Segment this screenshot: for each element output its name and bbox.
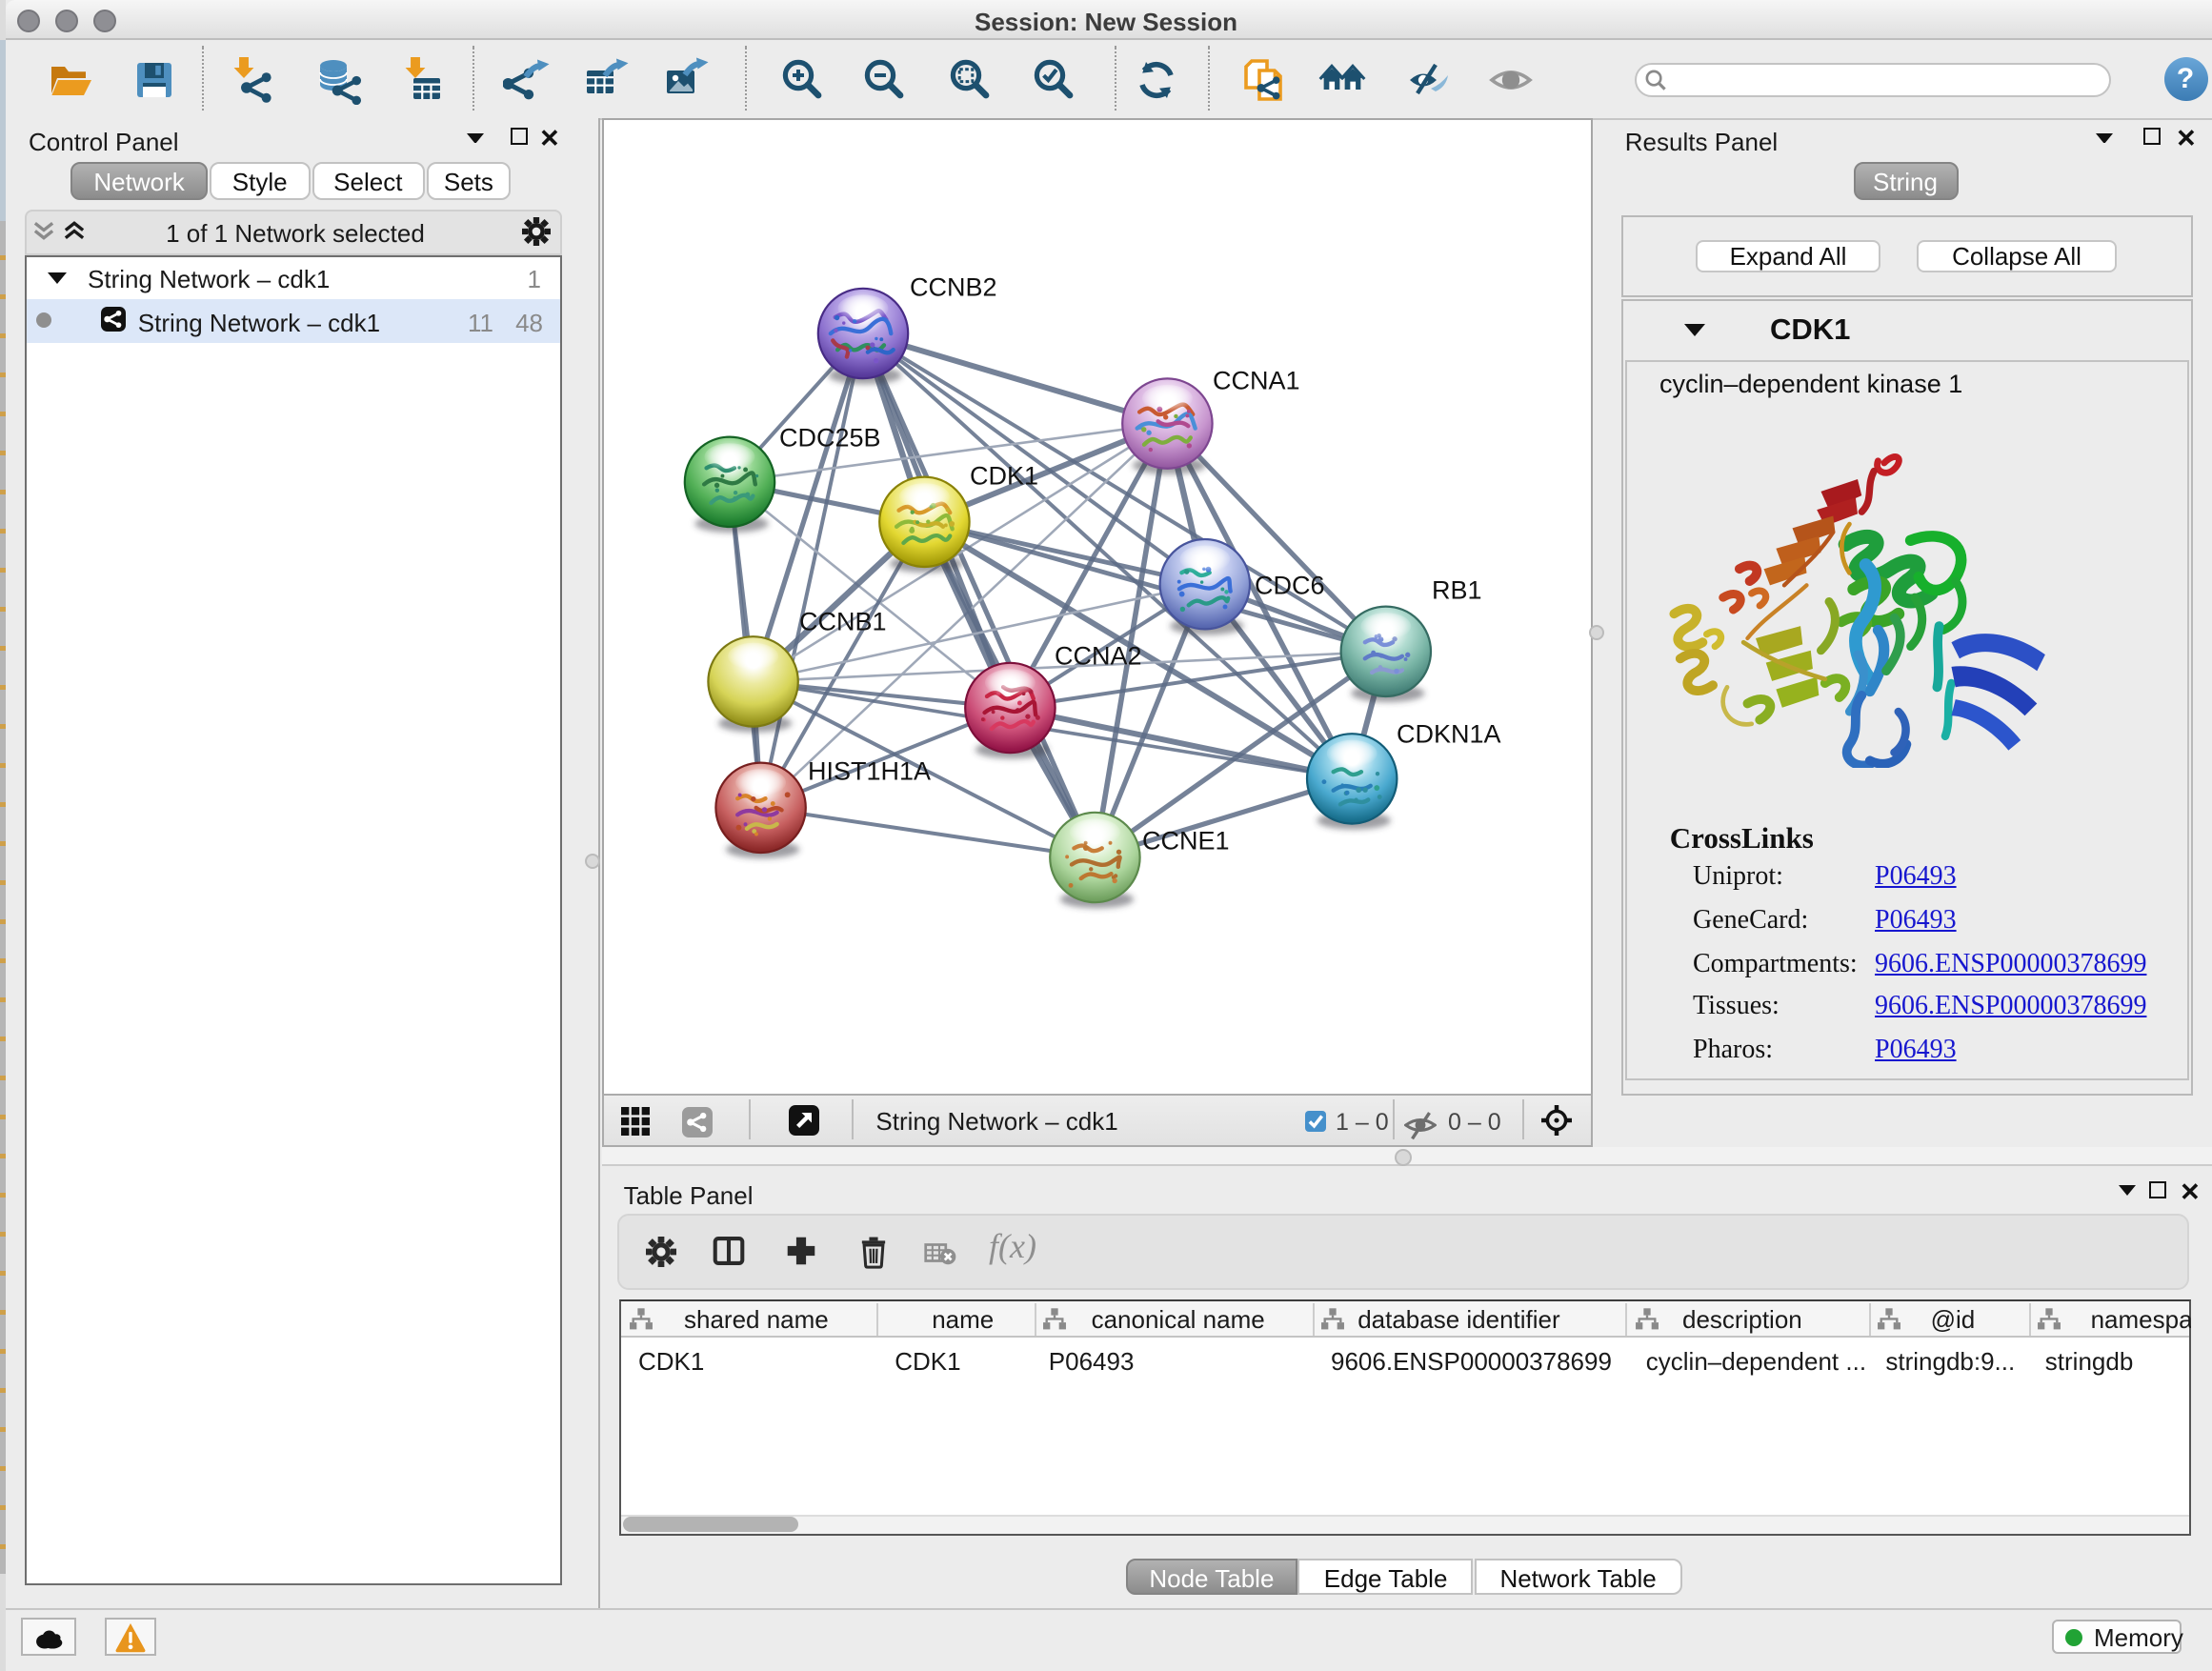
svg-text:HIST1H1A: HIST1H1A [807, 756, 930, 785]
svg-text:CDKN1A: CDKN1A [1396, 719, 1500, 748]
svg-text:RB1: RB1 [1431, 575, 1481, 604]
svg-text:CCNB1: CCNB1 [798, 607, 886, 635]
svg-text:CDK1: CDK1 [969, 461, 1037, 490]
svg-text:CDC6: CDC6 [1254, 571, 1324, 599]
svg-text:CCNA2: CCNA2 [1054, 641, 1141, 670]
svg-text:CCNB2: CCNB2 [909, 273, 996, 302]
svg-text:CDC25B: CDC25B [778, 423, 880, 452]
svg-text:CCNE1: CCNE1 [1141, 826, 1229, 855]
svg-text:CCNA1: CCNA1 [1212, 366, 1299, 394]
